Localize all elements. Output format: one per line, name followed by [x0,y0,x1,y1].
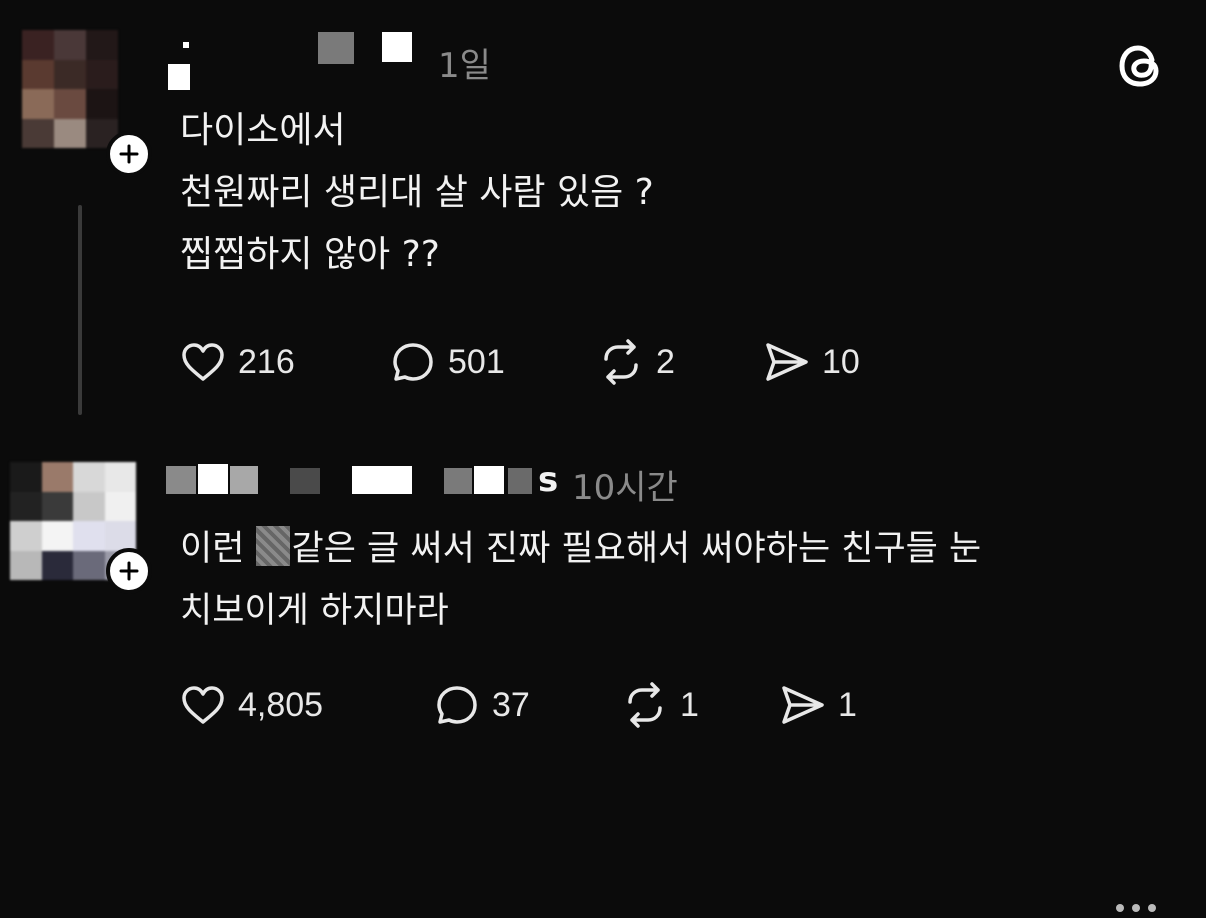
username-redacted[interactable] [290,468,320,494]
post-line: 이런 같은 글 써서 진짜 필요해서 써야하는 친구들 눈 [180,518,981,580]
share-count: 1 [838,685,857,724]
repost-icon [628,682,662,728]
blurred-word [255,526,290,566]
post-time: 10시간 [572,468,678,508]
heart-icon [182,343,224,381]
comment-icon [437,686,477,724]
post-line: 천원짜리 생리대 살 사람 있음 ? [180,172,654,213]
reply-button[interactable]: 501 [388,337,505,387]
username-redacted[interactable] [230,466,258,494]
like-count: 216 [238,342,295,381]
follow-plus-button[interactable] [106,548,152,594]
username-redacted[interactable] [318,32,354,64]
share-button[interactable]: 10 [762,337,860,387]
username-redacted[interactable] [444,468,472,494]
post-line: 다이소에서 [180,110,346,151]
repost-button[interactable]: 2 [596,337,675,387]
post-body: 이런 같은 글 써서 진짜 필요해서 써야하는 친구들 눈 치보이게 하지마라 [180,518,981,642]
like-button[interactable]: 216 [178,337,295,387]
username-redacted[interactable] [352,466,412,494]
username-redacted[interactable] [198,464,228,494]
plus-icon [119,144,139,164]
post-reply: s 10시간 이런 같은 글 써서 진짜 필요해서 써야하는 친구들 눈 치보이… [0,430,1206,912]
username-redacted[interactable] [508,468,532,494]
more-options-button[interactable] [1116,898,1172,918]
repost-icon [604,339,638,385]
username-suffix[interactable]: s [538,460,558,500]
post-body: 다이소에서 천원짜리 생리대 살 사람 있음 ? 찝찝하지 않아 ?? [180,100,654,286]
like-count: 4,805 [238,685,324,724]
more-dot [1148,904,1156,912]
reply-button[interactable]: 37 [432,680,530,730]
username-redacted[interactable] [474,466,504,494]
post-line: 찝찝하지 않아 ?? [180,234,440,275]
username-redacted[interactable] [166,466,196,494]
post-original: 1일 다이소에서 천원짜리 생리대 살 사람 있음 ? 찝찝하지 않아 ?? 2… [0,0,1206,430]
avatar[interactable] [22,30,118,148]
repost-button[interactable]: 1 [620,680,699,730]
post-text: 같은 글 써서 진짜 필요해서 써야하는 친구들 눈 [291,529,982,569]
repost-count: 1 [680,685,699,724]
reply-count: 37 [492,685,530,724]
post-text: 이런 [180,529,256,569]
share-button[interactable]: 1 [778,680,857,730]
follow-plus-button[interactable] [106,131,152,177]
send-icon [766,343,808,381]
share-count: 10 [822,342,860,381]
more-dot [1132,904,1140,912]
like-button[interactable]: 4,805 [178,680,323,730]
more-dot [1116,904,1124,912]
post-time: 1일 [438,46,491,86]
username-redacted[interactable] [183,42,189,48]
plus-icon [119,561,139,581]
heart-icon [182,686,224,724]
username-redacted[interactable] [168,64,190,90]
send-icon [782,686,824,724]
comment-icon [393,343,433,381]
post-line: 치보이게 하지마라 [180,591,449,631]
thread-connector-line [78,205,82,415]
username-redacted[interactable] [382,32,412,62]
repost-count: 2 [656,342,675,381]
reply-count: 501 [448,342,505,381]
